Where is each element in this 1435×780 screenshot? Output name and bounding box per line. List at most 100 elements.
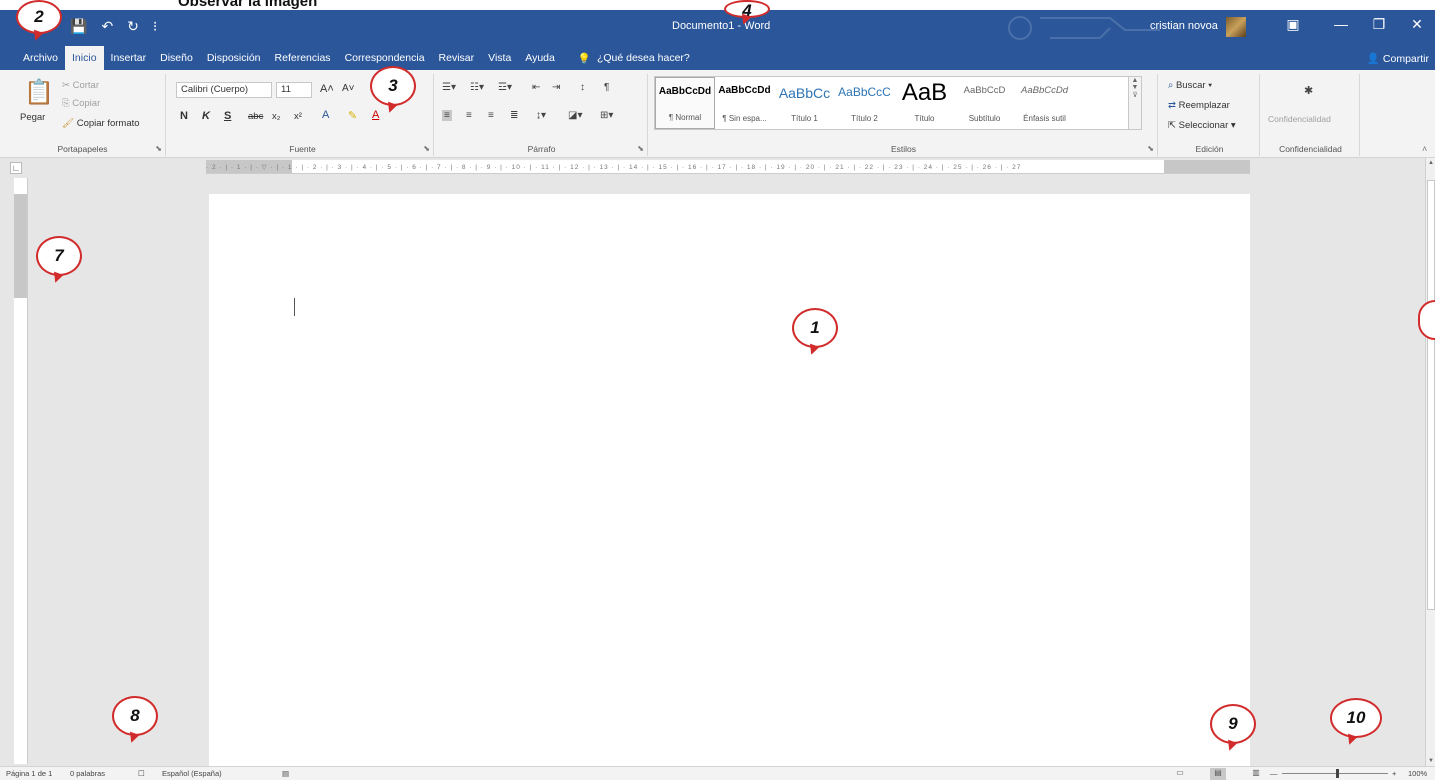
italic-button[interactable]: K (202, 110, 210, 122)
share-button[interactable]: 👤 Compartir (1367, 52, 1429, 65)
superscript-button[interactable]: x² (294, 111, 302, 122)
font-name-combo[interactable]: Calibri (Cuerpo) (176, 82, 272, 98)
format-painter-button[interactable]: 🖌 Copiar formato (62, 118, 140, 129)
align-right-icon[interactable]: ≡ (488, 110, 494, 121)
style-normal[interactable]: AaBbCcDd ¶ Normal (655, 77, 715, 129)
numbering-icon[interactable]: ☷▾ (470, 82, 484, 93)
underline-button[interactable]: S (224, 110, 231, 122)
styles-group-label: Estilos (890, 144, 917, 154)
show-marks-icon[interactable]: ¶ (604, 82, 609, 93)
proofing-icon[interactable]: ☐ (138, 769, 145, 778)
shading-icon[interactable]: ◪▾ (568, 110, 582, 121)
copy-button[interactable]: ⎘ Copiar (62, 98, 100, 109)
align-left-icon[interactable]: ≡ (442, 110, 452, 121)
find-button[interactable]: ⌕ Buscar ▾ (1168, 80, 1212, 91)
style-subtitle[interactable]: AaBbCcD Subtítulo (955, 77, 1015, 129)
redo-icon[interactable]: ↻ (127, 18, 139, 35)
word-count[interactable]: 0 palabras (70, 769, 105, 778)
font-color-icon[interactable]: A (372, 109, 379, 121)
more-styles-icon[interactable]: ⊽ (1132, 92, 1137, 99)
shrink-font-button[interactable]: A˅ (342, 83, 355, 94)
copy-icon: ⎘ (62, 98, 73, 109)
style-title[interactable]: AaB Título (895, 77, 955, 129)
bullets-icon[interactable]: ☰▾ (442, 82, 456, 93)
strikethrough-button[interactable]: abc (248, 111, 263, 122)
replace-icon: ⇄ (1168, 100, 1179, 111)
highlight-icon[interactable]: ✎ (348, 109, 357, 122)
borders-icon[interactable]: ⊞▾ (600, 110, 613, 121)
tab-referencias[interactable]: Referencias (268, 46, 338, 70)
ribbon-display-options-icon[interactable]: ▣ (1278, 16, 1308, 33)
style-heading-2[interactable]: AaBbCcC Título 2 (835, 77, 895, 129)
vertical-ruler[interactable] (14, 178, 28, 764)
close-button[interactable]: ✕ (1402, 16, 1432, 33)
tab-insertar[interactable]: Insertar (104, 46, 154, 70)
bold-button[interactable]: N (180, 110, 188, 122)
callout-2: 2 (16, 0, 62, 34)
macro-icon[interactable]: ▤ (282, 769, 289, 778)
font-size-combo[interactable]: 11 (276, 82, 312, 98)
chevron-down-icon[interactable]: ▼ (1132, 84, 1139, 91)
text-effects-icon[interactable]: A (322, 109, 329, 121)
scroll-down-icon[interactable]: ▼ (1426, 758, 1435, 764)
save-icon[interactable]: 💾 (70, 18, 87, 35)
decrease-indent-icon[interactable]: ⇤ (532, 82, 540, 93)
select-button[interactable]: ⇱ Seleccionar ▾ (1168, 120, 1236, 131)
zoom-level[interactable]: 100% (1408, 769, 1427, 778)
undo-icon[interactable]: ↶ (101, 18, 113, 35)
paste-button[interactable]: Pegar (20, 112, 45, 123)
style-heading-1[interactable]: AaBbCc Título 1 (775, 77, 835, 129)
tab-selector-icon[interactable]: ∟ (10, 162, 22, 174)
vertical-scrollbar[interactable]: ▲ ▼ (1425, 158, 1435, 766)
clipboard-launcher-icon[interactable]: ⬊ (155, 144, 162, 153)
horizontal-ruler[interactable]: · 2 · | · 1 · | · ▽ · | · 1 · | · 2 · | … (206, 160, 1250, 174)
justify-icon[interactable]: ≣ (510, 110, 518, 121)
zoom-out-icon[interactable]: — (1270, 769, 1278, 778)
tab-ayuda[interactable]: Ayuda (518, 46, 562, 70)
multilevel-list-icon[interactable]: ☲▾ (498, 82, 512, 93)
print-layout-icon[interactable]: ▤ (1210, 768, 1226, 780)
zoom-slider-thumb[interactable] (1336, 769, 1339, 778)
page-count[interactable]: Página 1 de 1 (6, 769, 52, 778)
grow-font-button[interactable]: A˄ (320, 83, 334, 95)
scrollbar-thumb[interactable] (1427, 180, 1435, 610)
tab-disposicion[interactable]: Disposición (200, 46, 268, 70)
clipboard-group-label: Portapapeles (57, 144, 108, 154)
tab-diseno[interactable]: Diseño (153, 46, 200, 70)
style-subtle-emphasis[interactable]: AaBbCcDd Énfasis sutil (1015, 77, 1075, 129)
font-launcher-icon[interactable]: ⬊ (423, 144, 430, 153)
restore-button[interactable]: ❐ (1364, 16, 1394, 33)
paragraph-launcher-icon[interactable]: ⬊ (637, 144, 644, 153)
styles-gallery-scroll[interactable]: ▲ ▼ ⊽ (1128, 76, 1142, 130)
tell-me-box[interactable]: 💡 ¿Qué desea hacer? (562, 46, 698, 70)
minimize-button[interactable]: — (1326, 16, 1356, 32)
avatar[interactable] (1226, 17, 1246, 37)
document-page[interactable] (209, 194, 1250, 766)
collapse-ribbon-icon[interactable]: ˄ (1422, 144, 1427, 154)
language-indicator[interactable]: Español (España) (162, 769, 222, 778)
increase-indent-icon[interactable]: ⇥ (552, 82, 560, 93)
zoom-in-icon[interactable]: + (1392, 769, 1396, 778)
align-center-icon[interactable]: ≡ (466, 110, 472, 121)
paste-icon[interactable]: 📋 (24, 78, 54, 107)
tab-revisar[interactable]: Revisar (432, 46, 482, 70)
cut-button[interactable]: ✂ Cortar (62, 80, 99, 91)
scroll-up-icon[interactable]: ▲ (1426, 160, 1435, 166)
tab-inicio[interactable]: Inicio (65, 46, 104, 70)
account-name[interactable]: cristian novoa (1150, 20, 1218, 32)
style-no-spacing[interactable]: AaBbCcDd ¶ Sin espa... (715, 77, 775, 129)
tab-archivo[interactable]: Archivo (16, 46, 65, 70)
tab-vista[interactable]: Vista (481, 46, 518, 70)
styles-launcher-icon[interactable]: ⬊ (1147, 144, 1154, 153)
zoom-slider[interactable] (1282, 773, 1388, 774)
line-spacing-icon[interactable]: ↨▾ (536, 110, 546, 121)
web-layout-icon[interactable]: ▥ (1248, 768, 1264, 780)
share-label: Compartir (1382, 53, 1429, 65)
read-mode-icon[interactable]: ▭ (1172, 768, 1188, 780)
replace-button[interactable]: ⇄ Reemplazar (1168, 100, 1230, 111)
sort-icon[interactable]: ↕ (580, 82, 585, 93)
subscript-button[interactable]: x₂ (272, 111, 280, 122)
customize-qat-icon[interactable]: ⁝ (153, 18, 157, 35)
chevron-up-icon[interactable]: ▲ (1132, 77, 1139, 84)
ribbon-tabs: Archivo Inicio Insertar Diseño Disposici… (0, 46, 1435, 70)
